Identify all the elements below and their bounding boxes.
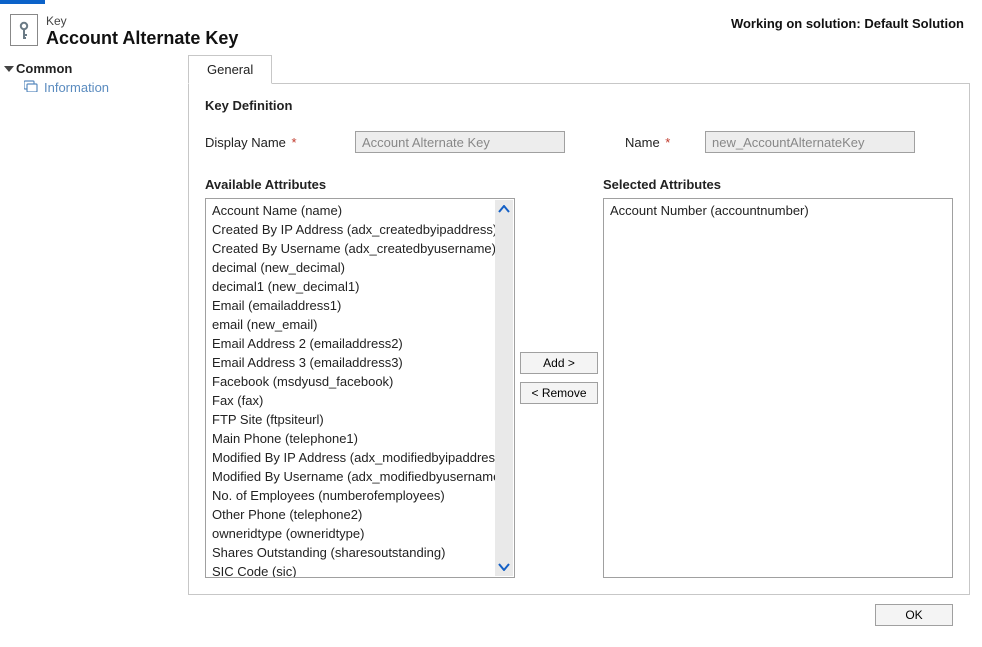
list-item[interactable]: decimal1 (new_decimal1) bbox=[206, 277, 514, 296]
list-item[interactable]: Email Address 3 (emailaddress3) bbox=[206, 353, 514, 372]
list-item[interactable]: Fax (fax) bbox=[206, 391, 514, 410]
remove-button[interactable]: < Remove bbox=[520, 382, 598, 404]
header-sup-label: Key bbox=[46, 14, 731, 28]
selected-attributes-list[interactable]: Account Number (accountnumber) bbox=[603, 198, 953, 578]
list-item[interactable]: Account Number (accountnumber) bbox=[604, 201, 952, 220]
sidebar-item-label: Information bbox=[44, 80, 109, 95]
info-icon bbox=[24, 80, 38, 95]
required-marker: * bbox=[288, 135, 297, 150]
name-field[interactable] bbox=[705, 131, 915, 153]
scrollbar[interactable] bbox=[495, 200, 513, 576]
available-attributes-label: Available Attributes bbox=[205, 177, 515, 192]
list-item[interactable]: Main Phone (telephone1) bbox=[206, 429, 514, 448]
tabbar: General bbox=[188, 55, 970, 84]
list-item[interactable]: FTP Site (ftpsiteurl) bbox=[206, 410, 514, 429]
display-name-label: Display Name * bbox=[205, 135, 355, 150]
tab-general[interactable]: General bbox=[188, 55, 272, 84]
list-item[interactable]: Modified By Username (adx_modifiedbyuser… bbox=[206, 467, 514, 486]
section-title: Key Definition bbox=[205, 98, 953, 113]
required-marker: * bbox=[662, 135, 671, 150]
list-item[interactable]: Account Name (name) bbox=[206, 201, 514, 220]
list-item[interactable]: Email (emailaddress1) bbox=[206, 296, 514, 315]
page-header: Key Account Alternate Key Working on sol… bbox=[0, 4, 982, 55]
selected-attributes-label: Selected Attributes bbox=[603, 177, 953, 192]
page-title: Account Alternate Key bbox=[46, 28, 731, 49]
list-item[interactable]: SIC Code (sic) bbox=[206, 562, 514, 578]
available-attributes-list[interactable]: Account Name (name)Created By IP Address… bbox=[205, 198, 515, 578]
add-button[interactable]: Add > bbox=[520, 352, 598, 374]
tab-content: Key Definition Display Name * Name * bbox=[188, 84, 970, 595]
list-item[interactable]: owneridtype (owneridtype) bbox=[206, 524, 514, 543]
list-item[interactable]: Facebook (msdyusd_facebook) bbox=[206, 372, 514, 391]
list-item[interactable]: Created By Username (adx_createdbyuserna… bbox=[206, 239, 514, 258]
list-item[interactable]: email (new_email) bbox=[206, 315, 514, 334]
sidebar-heading-common[interactable]: Common bbox=[6, 61, 188, 76]
solution-label: Working on solution: Default Solution bbox=[731, 16, 964, 31]
key-icon bbox=[10, 14, 38, 46]
list-item[interactable]: Created By IP Address (adx_createdbyipad… bbox=[206, 220, 514, 239]
ok-button[interactable]: OK bbox=[875, 604, 953, 626]
list-item[interactable]: No. of Employees (numberofemployees) bbox=[206, 486, 514, 505]
display-name-field[interactable] bbox=[355, 131, 565, 153]
list-item[interactable]: Modified By IP Address (adx_modifiedbyip… bbox=[206, 448, 514, 467]
name-label: Name * bbox=[625, 135, 705, 150]
list-item[interactable]: Email Address 2 (emailaddress2) bbox=[206, 334, 514, 353]
collapse-icon bbox=[4, 66, 14, 72]
list-item[interactable]: decimal (new_decimal) bbox=[206, 258, 514, 277]
list-item[interactable]: Shares Outstanding (sharesoutstanding) bbox=[206, 543, 514, 562]
list-item[interactable]: Other Phone (telephone2) bbox=[206, 505, 514, 524]
sidebar-item-information[interactable]: Information bbox=[6, 76, 188, 95]
sidebar: Common Information bbox=[0, 55, 188, 647]
scroll-up-icon[interactable] bbox=[495, 200, 513, 218]
scroll-down-icon[interactable] bbox=[495, 558, 513, 576]
